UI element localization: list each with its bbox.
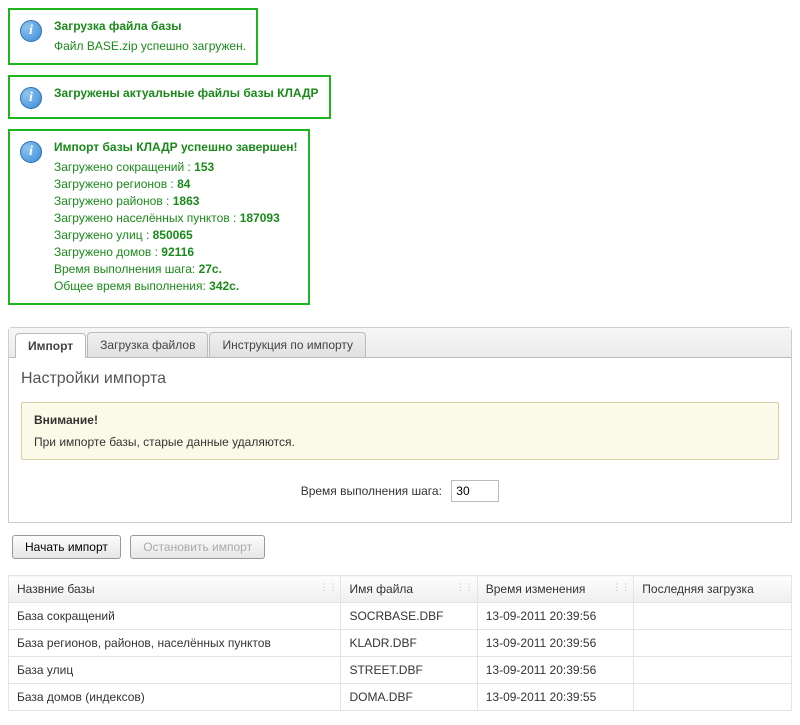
info-icon: i	[20, 20, 42, 42]
cell-last	[634, 630, 792, 657]
stat-label: Загружено сокращений :	[54, 160, 194, 174]
tab-instructions[interactable]: Инструкция по импорту	[209, 332, 366, 357]
stat-label: Время выполнения шага:	[54, 262, 199, 276]
stat-value: 187093	[240, 211, 280, 225]
cell-file: SOCRBASE.DBF	[341, 603, 477, 630]
stat-value: 342с.	[209, 279, 239, 293]
start-import-button[interactable]: Начать импорт	[12, 535, 121, 559]
table-row[interactable]: База улицSTREET.DBF13-09-2011 20:39:56	[9, 657, 792, 684]
cell-mod: 13-09-2011 20:39:55	[477, 684, 634, 711]
cell-name: База домов (индексов)	[9, 684, 341, 711]
info-icon: i	[20, 141, 42, 163]
info-box-files: i Загружены актуальные файлы базы КЛАДР	[8, 75, 331, 119]
tab-import[interactable]: Импорт	[15, 333, 86, 358]
stat-value: 84	[177, 177, 190, 191]
info-title: Импорт базы КЛАДР успешно завершен!	[54, 139, 298, 156]
stat-value: 850065	[153, 228, 193, 242]
col-last-load[interactable]: Последняя загрузка	[634, 576, 792, 603]
cell-last	[634, 657, 792, 684]
cell-mod: 13-09-2011 20:39:56	[477, 603, 634, 630]
table-row[interactable]: База сокращенийSOCRBASE.DBF13-09-2011 20…	[9, 603, 792, 630]
stat-label: Загружено населённых пунктов :	[54, 211, 240, 225]
panel: Настройки импорта Внимание! При импорте …	[9, 358, 791, 522]
table-row[interactable]: База регионов, районов, населённых пункт…	[9, 630, 792, 657]
stat-line: Общее время выполнения: 342с.	[54, 278, 298, 295]
stat-line: Загружено домов : 92116	[54, 244, 298, 261]
cell-name: База сокращений	[9, 603, 341, 630]
col-resize-icon[interactable]: ⋮⋮	[612, 582, 630, 593]
stat-line: Загружено районов : 1863	[54, 193, 298, 210]
cell-mod: 13-09-2011 20:39:56	[477, 657, 634, 684]
stat-line: Время выполнения шага: 27с.	[54, 261, 298, 278]
warning-title: Внимание!	[34, 413, 766, 427]
cell-file: STREET.DBF	[341, 657, 477, 684]
stat-label: Общее время выполнения:	[54, 279, 209, 293]
col-resize-icon[interactable]: ⋮⋮	[456, 582, 474, 593]
tab-upload[interactable]: Загрузка файлов	[87, 332, 208, 357]
step-time-input[interactable]	[451, 480, 499, 502]
stat-label: Загружено домов :	[54, 245, 161, 259]
stop-import-button[interactable]: Остановить импорт	[130, 535, 265, 559]
col-file[interactable]: Имя файла⋮⋮	[341, 576, 477, 603]
bases-table: Назвние базы⋮⋮ Имя файла⋮⋮ Время изменен…	[8, 575, 792, 711]
cell-file: DOMA.DBF	[341, 684, 477, 711]
stat-value: 1863	[173, 194, 200, 208]
button-row: Начать импорт Остановить импорт	[8, 529, 792, 565]
cell-name: База улиц	[9, 657, 341, 684]
cell-file: KLADR.DBF	[341, 630, 477, 657]
stat-value: 153	[194, 160, 214, 174]
stat-line: Загружено сокращений : 153	[54, 159, 298, 176]
stat-line: Загружено улиц : 850065	[54, 227, 298, 244]
col-modified[interactable]: Время изменения⋮⋮	[477, 576, 634, 603]
cell-mod: 13-09-2011 20:39:56	[477, 630, 634, 657]
stat-line: Загружено регионов : 84	[54, 176, 298, 193]
stat-label: Загружено районов :	[54, 194, 173, 208]
tab-bar: Импорт Загрузка файлов Инструкция по имп…	[9, 328, 791, 358]
stat-value: 92116	[161, 245, 194, 259]
info-subtitle: Файл BASE.zip успешно загружен.	[54, 38, 246, 55]
warning-box: Внимание! При импорте базы, старые данны…	[21, 402, 779, 460]
col-name[interactable]: Назвние базы⋮⋮	[9, 576, 341, 603]
cell-name: База регионов, районов, населённых пункт…	[9, 630, 341, 657]
panel-title: Настройки импорта	[21, 370, 779, 388]
info-box-upload: i Загрузка файла базы Файл BASE.zip успе…	[8, 8, 258, 65]
stat-value: 27с.	[199, 262, 222, 276]
info-title: Загружены актуальные файлы базы КЛАДР	[54, 85, 319, 102]
stat-line: Загружено населённых пунктов : 187093	[54, 210, 298, 227]
warning-text: При импорте базы, старые данные удаляютс…	[34, 435, 766, 449]
info-title: Загрузка файла базы	[54, 18, 246, 35]
tabs-container: Импорт Загрузка файлов Инструкция по имп…	[8, 327, 792, 523]
stat-label: Загружено улиц :	[54, 228, 153, 242]
stat-label: Загружено регионов :	[54, 177, 177, 191]
info-box-import-done: i Импорт базы КЛАДР успешно завершен! За…	[8, 129, 310, 305]
col-resize-icon[interactable]: ⋮⋮	[319, 582, 337, 593]
info-icon: i	[20, 87, 42, 109]
cell-last	[634, 603, 792, 630]
cell-last	[634, 684, 792, 711]
table-row[interactable]: База домов (индексов)DOMA.DBF13-09-2011 …	[9, 684, 792, 711]
step-label: Время выполнения шага:	[301, 484, 442, 498]
